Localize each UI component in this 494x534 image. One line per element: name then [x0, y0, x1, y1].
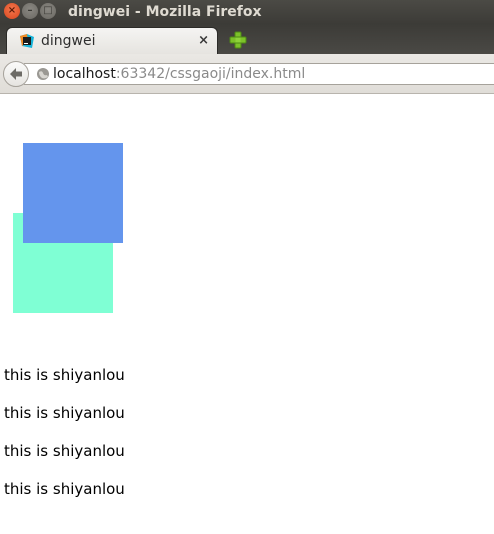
back-button[interactable]: [3, 61, 29, 87]
page-content: this is shiyanlou this is shiyanlou this…: [0, 95, 494, 534]
paragraph: this is shiyanlou: [4, 366, 125, 384]
paragraph: this is shiyanlou: [4, 480, 125, 498]
tab-strip: dingwei ×: [0, 24, 494, 54]
navigation-bar: localhost:63342/cssgaoji/index.html: [0, 54, 494, 94]
globe-icon[interactable]: [36, 67, 50, 81]
url-path: :63342/cssgaoji/index.html: [115, 66, 306, 82]
window-title: dingwei - Mozilla Firefox: [68, 4, 262, 20]
tab-close-button[interactable]: ×: [198, 32, 209, 50]
blue-box: [23, 143, 123, 243]
plus-icon: [229, 31, 247, 49]
tab-label: dingwei: [41, 33, 96, 49]
webstorm-icon: [20, 34, 34, 48]
back-arrow-icon: [10, 68, 22, 80]
url-text[interactable]: localhost:63342/cssgaoji/index.html: [53, 65, 305, 83]
window-close-button[interactable]: ×: [4, 3, 20, 19]
browser-window: × – □ dingwei - Mozilla Firefox dingwei …: [0, 0, 494, 534]
window-minimize-button[interactable]: –: [22, 3, 38, 19]
tab-dingwei[interactable]: dingwei ×: [6, 27, 218, 54]
url-host: localhost: [53, 66, 116, 82]
paragraph: this is shiyanlou: [4, 404, 125, 422]
window-maximize-button[interactable]: □: [40, 3, 56, 19]
new-tab-button[interactable]: [229, 31, 247, 49]
title-bar: × – □ dingwei - Mozilla Firefox: [0, 0, 494, 24]
paragraph: this is shiyanlou: [4, 442, 125, 460]
